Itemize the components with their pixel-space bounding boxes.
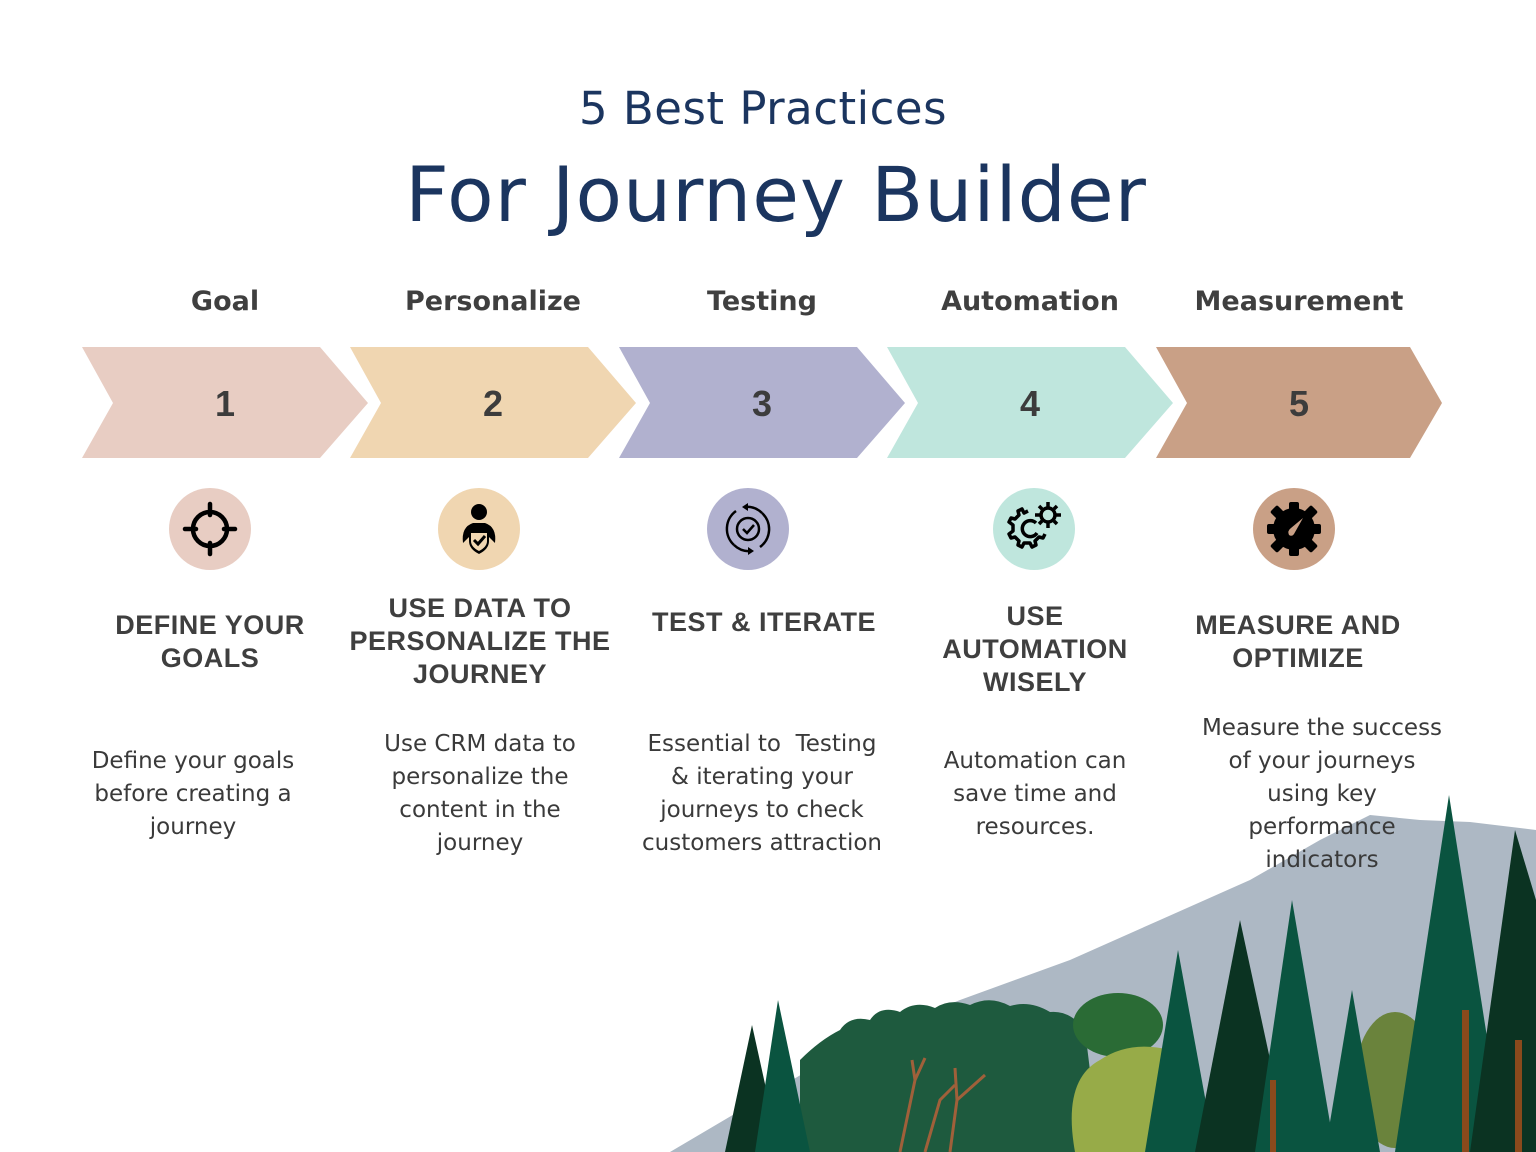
gears-automation-icon	[1007, 502, 1061, 549]
description-line: Measure the success	[1201, 715, 1443, 741]
description-line: of your journeys	[1228, 748, 1416, 774]
description-line: journeys to check	[660, 797, 864, 823]
bush-dark-cluster	[800, 1000, 1100, 1152]
tree-trunk	[1462, 1010, 1469, 1152]
measurement-icon-badge	[1253, 488, 1335, 570]
tree-trunk	[1515, 1040, 1522, 1152]
description-line: customers attraction	[642, 830, 882, 856]
automation-icon-badge	[993, 488, 1075, 570]
description-measurement: Measure the success of your journeys usi…	[1187, 712, 1457, 877]
description-line: performance	[1248, 814, 1396, 840]
heading-use-data: USE DATA TO PERSONALIZE THE JOURNEY	[340, 592, 620, 691]
heading-line: PERSONALIZE THE	[349, 626, 611, 656]
description-line: content in the	[399, 797, 561, 823]
goal-icon-badge	[169, 488, 251, 570]
heading-line: WISELY	[982, 667, 1088, 697]
description-line: journey	[436, 830, 524, 856]
heading-define-goals: DEFINE YOUR GOALS	[95, 609, 325, 675]
person-shield-check-icon	[462, 504, 496, 554]
description-line: Define your goals	[91, 748, 295, 774]
description-line: save time and	[953, 781, 1117, 807]
cycle-check-icon	[725, 503, 771, 555]
heading-line: GOALS	[160, 643, 260, 673]
forest-illustration	[670, 795, 1536, 1152]
description-line: journey	[149, 814, 237, 840]
heading-line: USE DATA TO	[388, 593, 572, 623]
description-line: before creating a	[94, 781, 292, 807]
description-goal: Define your goals before creating a jour…	[68, 745, 318, 844]
description-line: personalize the	[391, 764, 569, 790]
testing-icon-badge	[707, 488, 789, 570]
description-line: Essential to Testing	[647, 731, 877, 757]
description-personalize: Use CRM data to personalize the content …	[355, 728, 605, 860]
description-testing: Essential to Testing & iterating your jo…	[627, 728, 897, 860]
heading-line: TEST & ITERATE	[651, 607, 876, 637]
heading-line: AUTOMATION	[942, 634, 1128, 664]
description-line: Automation can	[943, 748, 1127, 774]
heading-test-iterate: TEST & ITERATE	[635, 606, 893, 639]
description-line: using key	[1267, 781, 1377, 807]
heading-use-automation: USE AUTOMATION WISELY	[915, 600, 1155, 699]
heading-line: JOURNEY	[412, 659, 548, 689]
description-line: resources.	[975, 814, 1095, 840]
heading-line: MEASURE AND	[1195, 610, 1401, 640]
description-automation: Automation can save time and resources.	[910, 745, 1160, 844]
heading-line: DEFINE YOUR	[115, 610, 305, 640]
description-line: indicators	[1265, 847, 1379, 873]
description-line: Use CRM data to	[384, 731, 576, 757]
personalize-icon-badge	[438, 488, 520, 570]
gear-gauge-icon	[1267, 502, 1321, 556]
description-line: & iterating your	[671, 764, 853, 790]
crosshair-target-icon	[182, 501, 238, 557]
tree-trunk	[1270, 1080, 1276, 1152]
heading-line: USE	[1006, 601, 1064, 631]
heading-measure-optimize: MEASURE AND OPTIMIZE	[1178, 609, 1418, 675]
heading-line: OPTIMIZE	[1232, 643, 1364, 673]
